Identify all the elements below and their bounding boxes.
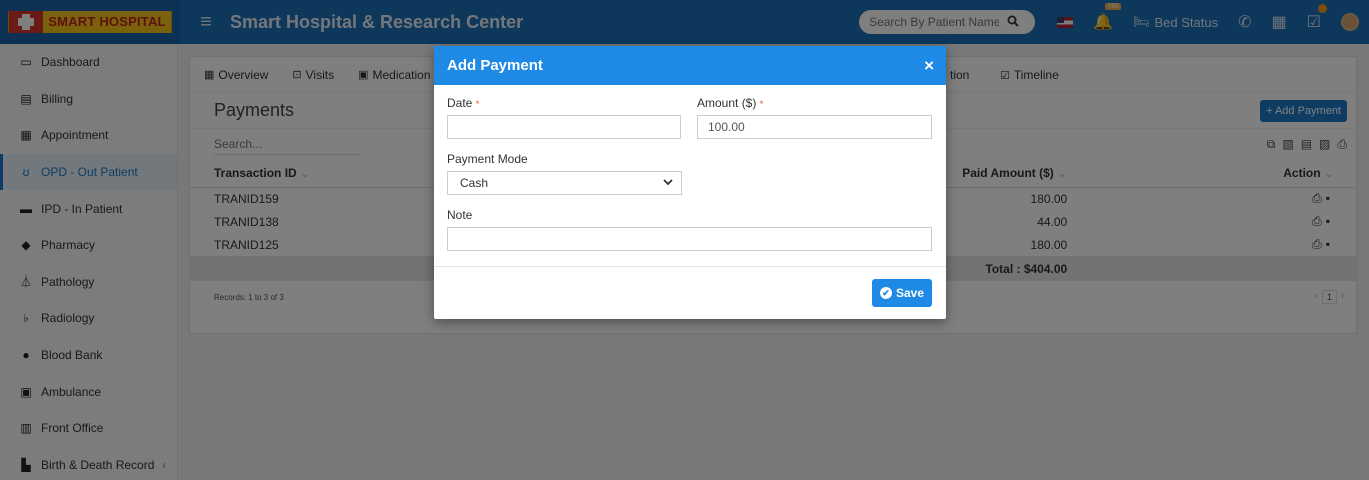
note-field[interactable] (447, 227, 932, 251)
amount-group: Amount ($) * 100.00 (697, 96, 932, 139)
date-field[interactable] (447, 115, 681, 139)
date-label-text: Date (447, 96, 473, 110)
date-group: Date * (447, 96, 681, 139)
chevron-down-icon (663, 178, 673, 189)
required-mark: * (475, 99, 480, 109)
modal-body: Date * Amount ($) * 100.00 Payment Mode … (434, 85, 946, 266)
amount-field[interactable]: 100.00 (697, 115, 932, 139)
check-circle-icon: ✔ (879, 287, 892, 299)
close-icon[interactable]: × (924, 56, 934, 76)
save-label: Save (895, 286, 924, 300)
amount-label: Amount ($) * (697, 96, 932, 110)
payment-mode-select[interactable]: Cash (447, 171, 682, 195)
modal-title: Add Payment (447, 57, 543, 74)
payment-mode-value: Cash (460, 176, 489, 190)
modal-header: Add Payment × (434, 46, 946, 85)
date-label: Date * (447, 96, 681, 110)
note-group: Note (447, 208, 932, 251)
payment-mode-group: Payment Mode Cash (447, 152, 682, 195)
save-button[interactable]: ✔ Save (871, 279, 932, 307)
modal-footer: ✔ Save (434, 266, 946, 319)
required-mark: * (759, 99, 764, 109)
payment-mode-label: Payment Mode (447, 152, 528, 166)
note-label: Note (447, 208, 473, 222)
add-payment-modal: Add Payment × Date * Amount ($) * 100.00… (434, 46, 946, 319)
amount-label-text: Amount ($) (697, 96, 757, 110)
